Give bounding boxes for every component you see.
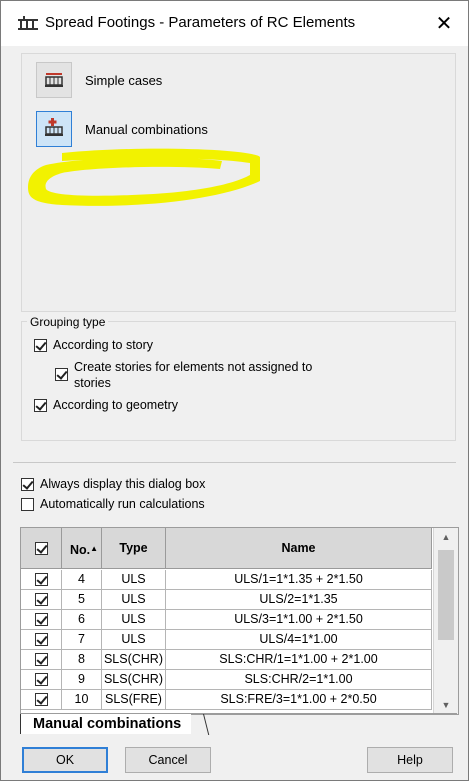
divider xyxy=(13,462,456,463)
create-stories-label-line2: stories xyxy=(74,376,111,390)
table-row[interactable]: 6 ULS ULS/3=1*1.00 + 2*1.50 xyxy=(21,610,432,630)
row-type: ULS xyxy=(102,610,166,630)
auto-run-checkbox[interactable] xyxy=(21,498,34,511)
row-type: ULS xyxy=(102,570,166,590)
according-to-geometry-checkbox[interactable] xyxy=(34,399,47,412)
spread-footing-icon xyxy=(18,16,38,30)
cancel-button[interactable]: Cancel xyxy=(125,747,211,773)
row-checkbox[interactable] xyxy=(35,593,48,606)
tab-edge xyxy=(203,714,220,735)
grouping-type-title: Grouping type xyxy=(27,315,109,329)
row-checkbox[interactable] xyxy=(35,573,48,586)
row-no: 6 xyxy=(62,610,102,630)
header-no[interactable]: No.▲ xyxy=(62,528,102,569)
table-row[interactable]: 4 ULS ULS/1=1*1.35 + 2*1.50 xyxy=(21,570,432,590)
according-to-geometry-label: According to geometry xyxy=(53,398,179,412)
header-name[interactable]: Name xyxy=(166,528,432,569)
header-type[interactable]: Type xyxy=(102,528,166,569)
close-icon: ✕ xyxy=(435,13,453,35)
always-display-checkbox[interactable] xyxy=(21,478,34,491)
row-type: SLS(CHR) xyxy=(102,670,166,690)
combinations-table: No.▲ Type Name 4 ULS ULS/1=1*1.35 + 2*1.… xyxy=(20,527,459,715)
row-checkbox[interactable] xyxy=(35,633,48,646)
scroll-down-icon[interactable]: ▼ xyxy=(434,696,458,714)
cancel-label: Cancel xyxy=(148,753,188,767)
row-checkbox[interactable] xyxy=(35,613,48,626)
header-type-label: Type xyxy=(119,541,148,555)
simple-cases-option[interactable]: Simple cases xyxy=(36,62,336,100)
row-no: 4 xyxy=(62,570,102,590)
according-to-story-label: According to story xyxy=(53,338,154,352)
row-no: 10 xyxy=(62,690,102,710)
manual-combinations-button[interactable] xyxy=(36,111,72,147)
row-no: 8 xyxy=(62,650,102,670)
window-title: Spread Footings - Parameters of RC Eleme… xyxy=(45,14,356,31)
header-select-all[interactable] xyxy=(21,528,62,569)
sort-ascending-icon: ▲ xyxy=(90,544,99,553)
tab-label: Manual combinations xyxy=(33,716,182,732)
row-no: 9 xyxy=(62,670,102,690)
row-name: ULS/3=1*1.00 + 2*1.50 xyxy=(166,610,432,630)
row-name: ULS/2=1*1.35 xyxy=(166,590,432,610)
row-checkbox[interactable] xyxy=(35,673,48,686)
create-stories-label-line1: Create stories for elements not assigned… xyxy=(74,360,313,374)
create-stories-checkbox[interactable] xyxy=(55,368,68,381)
row-checkbox[interactable] xyxy=(35,693,48,706)
select-all-checkbox[interactable] xyxy=(35,542,48,555)
row-name: SLS:CHR/1=1*1.00 + 2*1.00 xyxy=(166,650,432,670)
row-type: ULS xyxy=(102,590,166,610)
header-name-label: Name xyxy=(281,541,316,555)
table-row[interactable]: 5 ULS ULS/2=1*1.35 xyxy=(21,590,432,610)
yellow-highlight-annotation xyxy=(28,148,260,206)
auto-run-label: Automatically run calculations xyxy=(40,497,205,511)
table-header: No.▲ Type Name xyxy=(21,528,432,570)
table-row[interactable]: 9 SLS(CHR) SLS:CHR/2=1*1.00 xyxy=(21,670,432,690)
table-row[interactable]: 10 SLS(FRE) SLS:FRE/3=1*1.00 + 2*0.50 xyxy=(21,690,432,710)
simple-cases-button[interactable] xyxy=(36,62,72,98)
row-name: ULS/4=1*1.00 xyxy=(166,630,432,650)
help-label: Help xyxy=(397,753,423,767)
row-name: ULS/1=1*1.35 + 2*1.50 xyxy=(166,570,432,590)
manual-combinations-label: Manual combinations xyxy=(85,122,208,137)
close-button[interactable]: ✕ xyxy=(426,9,462,39)
row-type: SLS(CHR) xyxy=(102,650,166,670)
row-name: SLS:CHR/2=1*1.00 xyxy=(166,670,432,690)
always-display-label: Always display this dialog box xyxy=(40,477,206,491)
row-name: SLS:FRE/3=1*1.00 + 2*0.50 xyxy=(166,690,432,710)
header-no-label: No. xyxy=(70,543,91,557)
row-type: SLS(FRE) xyxy=(102,690,166,710)
manual-combinations-option[interactable]: Manual combinations xyxy=(36,111,336,149)
ok-label: OK xyxy=(55,753,75,767)
table-row[interactable]: 8 SLS(CHR) SLS:CHR/1=1*1.00 + 2*1.00 xyxy=(21,650,432,670)
simple-cases-label: Simple cases xyxy=(85,73,163,88)
scroll-up-icon[interactable]: ▲ xyxy=(434,528,458,546)
table-row[interactable]: 7 ULS ULS/4=1*1.00 xyxy=(21,630,432,650)
row-no: 7 xyxy=(62,630,102,650)
scrollbar-thumb[interactable] xyxy=(438,550,454,640)
ok-button[interactable]: OK xyxy=(22,747,108,773)
dialog-window: Spread Footings - Parameters of RC Eleme… xyxy=(0,0,469,781)
according-to-story-checkbox[interactable] xyxy=(34,339,47,352)
combination-options-panel: Simple cases Manual combinations xyxy=(21,53,456,312)
simple-cases-icon xyxy=(45,73,63,87)
help-button[interactable]: Help xyxy=(367,747,453,773)
row-no: 5 xyxy=(62,590,102,610)
manual-combinations-icon xyxy=(45,118,63,136)
row-checkbox[interactable] xyxy=(35,653,48,666)
table-vertical-scrollbar[interactable]: ▲ ▼ xyxy=(433,528,458,714)
row-type: ULS xyxy=(102,630,166,650)
title-bar: Spread Footings - Parameters of RC Eleme… xyxy=(1,1,468,46)
sheet-tab-strip: Manual combinations xyxy=(20,713,457,736)
tab-manual-combinations[interactable]: Manual combinations xyxy=(20,714,192,734)
